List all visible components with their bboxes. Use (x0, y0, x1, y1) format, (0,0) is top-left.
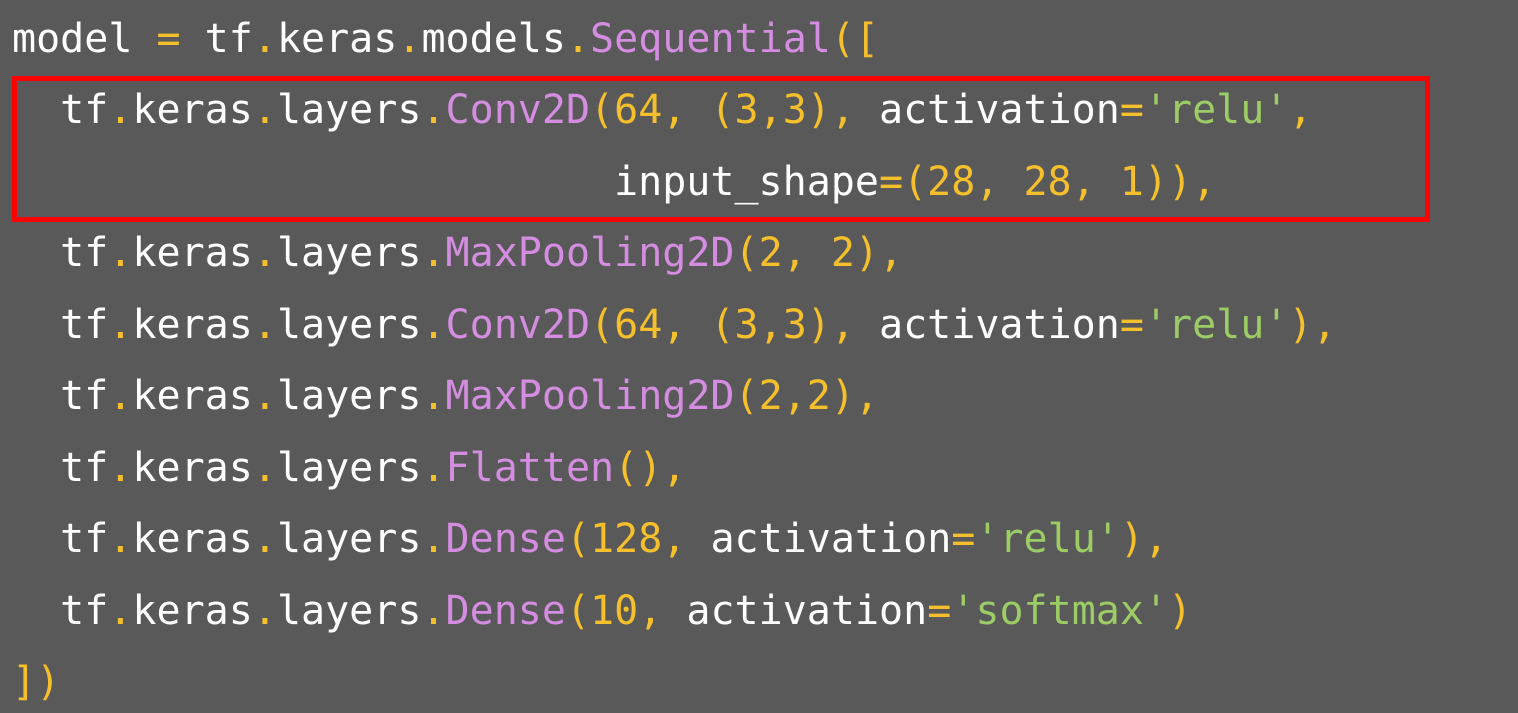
code-token-punct: . (252, 516, 277, 562)
code-token-plain: tf (12, 588, 109, 634)
code-token-op: = (1119, 87, 1144, 133)
code-token-plain: models (421, 16, 566, 62)
code-line-input-shape: input_shape=(28, 28, 1)), (12, 157, 1216, 207)
code-token-punct: . (108, 87, 133, 133)
code-token-punct: . (421, 87, 446, 133)
code-token-punct: (2, 2), (734, 230, 904, 276)
code-token-punct: . (565, 16, 591, 62)
code-token-punct: ), (1288, 302, 1337, 348)
code-token-str: 'relu' (1143, 302, 1289, 348)
code-token-func: Dense (445, 516, 566, 562)
code-token-punct: . (421, 588, 446, 634)
code-token-punct: . (252, 445, 277, 491)
code-token-plain: layers (276, 373, 422, 419)
code-line-maxpooling-first: tf.keras.layers.MaxPooling2D(2, 2), (12, 228, 903, 278)
code-token-punct: (64, (3,3), (590, 302, 855, 348)
code-token-plain: keras (132, 588, 253, 634)
code-token-punct: . (252, 230, 277, 276)
code-token-op: = (951, 516, 976, 562)
code-token-str: 'relu' (1143, 87, 1289, 133)
code-token-plain: tf (12, 516, 109, 562)
code-token-func: Sequential (590, 16, 831, 62)
code-token-punct: (64, (3,3), (590, 87, 855, 133)
code-token-punct: . (252, 588, 277, 634)
code-token-plain: keras (132, 445, 253, 491)
code-token-op: = (927, 588, 952, 634)
code-token-plain: tf (12, 87, 109, 133)
code-token-plain: tf (12, 302, 109, 348)
code-token-punct: (2,2), (734, 373, 880, 419)
code-token-plain: keras (276, 16, 398, 62)
code-token-plain: input_shape (12, 159, 879, 205)
code-token-punct: . (108, 516, 133, 562)
code-token-punct: ([ (830, 16, 880, 62)
code-token-str: 'softmax' (951, 588, 1169, 634)
code-token-plain: keras (132, 230, 253, 276)
code-token-plain: layers (276, 445, 422, 491)
code-token-punct: ), (1119, 516, 1169, 562)
code-token-plain: layers (276, 230, 422, 276)
code-token-func: Dense (445, 588, 566, 634)
code-token-plain: keras (132, 373, 253, 419)
code-token-plain: layers (276, 302, 422, 348)
code-token-punct: (128, (565, 516, 687, 562)
code-token-punct: . (421, 230, 446, 276)
code-token-punct: ]) (12, 659, 61, 705)
code-token-punct: (), (614, 445, 687, 491)
code-token-func: Conv2D (445, 87, 591, 133)
code-token-func: MaxPooling2D (445, 230, 735, 276)
code-token-plain: model (12, 16, 157, 62)
code-token-plain: layers (276, 87, 422, 133)
code-slide: model = tf.keras.models.Sequential([ tf.… (0, 0, 1518, 713)
code-token-plain: keras (132, 516, 253, 562)
code-token-punct: . (421, 302, 446, 348)
code-token-punct: . (252, 87, 277, 133)
code-line-dense-128: tf.keras.layers.Dense(128, activation='r… (12, 514, 1168, 564)
code-token-plain: tf (12, 373, 109, 419)
code-token-punct: , (1288, 87, 1313, 133)
code-token-punct: . (108, 302, 133, 348)
code-line-dense-10: tf.keras.layers.Dense(10, activation='so… (12, 586, 1192, 636)
code-token-punct: . (252, 302, 277, 348)
code-token-plain: keras (132, 302, 253, 348)
code-token-plain: activation (854, 302, 1120, 348)
code-token-str: 'relu' (975, 516, 1120, 562)
code-line-model-sequential: model = tf.keras.models.Sequential([ (12, 14, 879, 64)
code-token-plain: layers (276, 516, 422, 562)
code-token-punct: . (108, 445, 133, 491)
code-line-flatten: tf.keras.layers.Flatten(), (12, 443, 686, 493)
code-token-punct: . (108, 588, 133, 634)
code-token-punct: . (252, 373, 277, 419)
code-line-conv2d-second: tf.keras.layers.Conv2D(64, (3,3), activa… (12, 300, 1337, 350)
code-token-punct: . (421, 445, 446, 491)
code-token-plain: keras (132, 87, 253, 133)
code-line-conv2d-first: tf.keras.layers.Conv2D(64, (3,3), activa… (12, 85, 1313, 135)
code-token-punct: . (252, 16, 277, 62)
code-token-punct: =(28, 28, 1)), (878, 159, 1217, 205)
code-token-plain: activation (662, 588, 928, 634)
code-line-close: ]) (12, 657, 60, 707)
code-token-plain: tf (12, 445, 109, 491)
code-token-func: Flatten (445, 445, 615, 491)
code-token-op: = (156, 16, 181, 62)
code-token-punct: . (397, 16, 422, 62)
code-token-punct: . (421, 516, 446, 562)
code-token-plain: layers (276, 588, 422, 634)
code-token-punct: . (108, 373, 133, 419)
code-token-punct: (10, (565, 588, 663, 634)
code-token-plain: tf (180, 16, 253, 62)
code-token-func: Conv2D (445, 302, 591, 348)
code-token-punct: . (108, 230, 133, 276)
code-token-plain: activation (854, 87, 1120, 133)
code-line-maxpooling-second: tf.keras.layers.MaxPooling2D(2,2), (12, 371, 879, 421)
code-token-punct: ) (1168, 588, 1193, 634)
code-token-op: = (1119, 302, 1144, 348)
code-token-punct: . (421, 373, 446, 419)
code-token-func: MaxPooling2D (445, 373, 735, 419)
code-token-plain: activation (686, 516, 952, 562)
code-token-plain: tf (12, 230, 109, 276)
